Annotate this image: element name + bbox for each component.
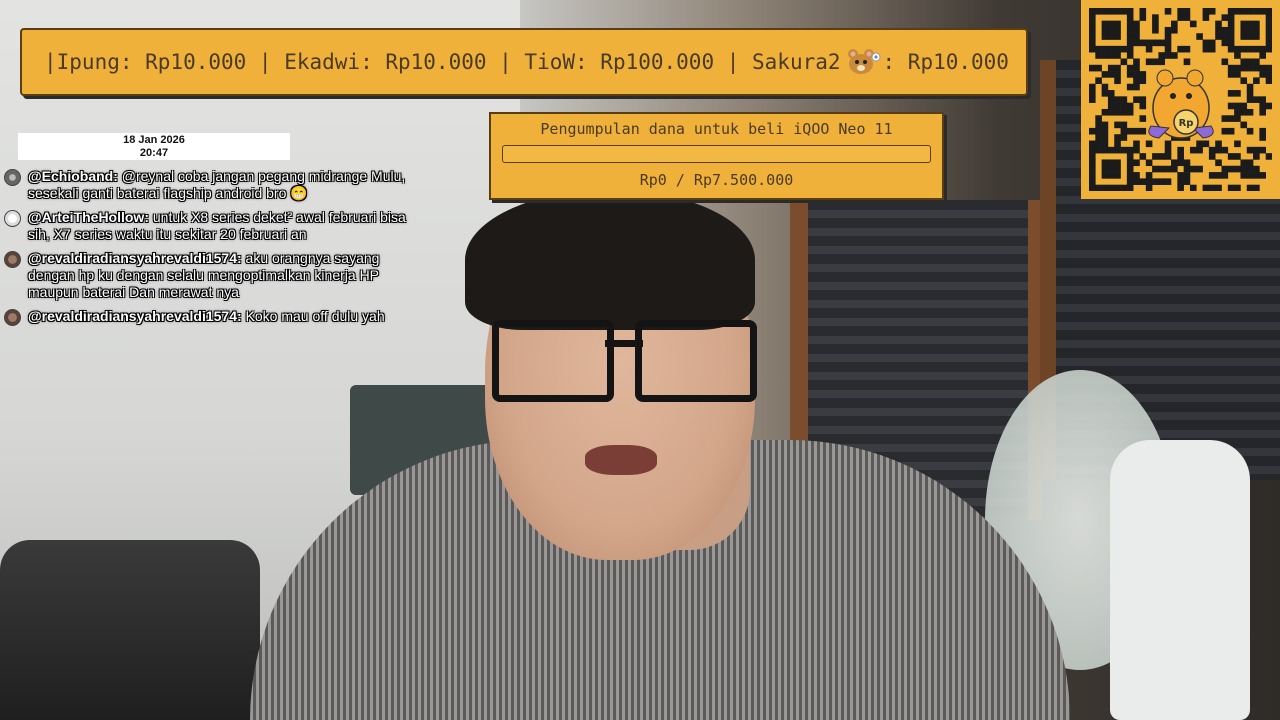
chat-username: @ArteiTheHollow:	[28, 209, 149, 225]
chat-username: @revaldiradiansyahrevaldi1574:	[28, 250, 242, 266]
goal-amount: Rp0 / Rp7.500.000	[639, 171, 794, 189]
chat-message: @revaldiradiansyahrevaldi1574: Koko mau …	[4, 308, 424, 326]
ticker-text: |Ipung: Rp10.000 | Ekadwi: Rp10.000 | Ti…	[22, 47, 1009, 77]
background-fan-stand	[1110, 440, 1250, 720]
goal-progress-bar	[502, 145, 931, 163]
chat-message: @Echioband: @reynal coba jangan pegang m…	[4, 168, 424, 202]
chat-username: @Echioband:	[28, 168, 118, 184]
chat-text: Koko mau off dulu yah	[241, 308, 385, 324]
date-label: 18 Jan 2026	[123, 134, 185, 146]
glasses-right-lens	[635, 320, 757, 402]
chat-username: @revaldiradiansyahrevaldi1574:	[28, 308, 242, 324]
donation-goal: Pengumpulan dana untuk beli iQOO Neo 11 …	[489, 112, 944, 200]
glasses-left-lens	[492, 320, 614, 402]
qr-code-icon: Rp	[1089, 8, 1272, 191]
date-time-box: 18 Jan 2026 20:47	[18, 133, 290, 160]
glasses-bridge	[605, 340, 643, 347]
donation-ticker: |Ipung: Rp10.000 | Ekadwi: Rp10.000 | Ti…	[20, 28, 1028, 96]
avatar	[4, 251, 21, 268]
avatar	[4, 309, 21, 326]
ticker-text-after: : Rp10.000	[882, 50, 1009, 74]
streamer-mouth	[585, 445, 657, 475]
live-chat: @Echioband: @reynal coba jangan pegang m…	[4, 168, 424, 332]
ticker-text-before: |Ipung: Rp10.000 | Ekadwi: Rp10.000 | Ti…	[44, 50, 841, 74]
avatar	[4, 210, 21, 227]
donation-qr-code[interactable]: Rp	[1081, 0, 1280, 199]
chat-message: @revaldiradiansyahrevaldi1574: aku orang…	[4, 250, 424, 301]
qr-center-label: Rp	[1179, 118, 1194, 129]
background-sofa	[0, 540, 260, 720]
goal-title: Pengumpulan dana untuk beli iQOO Neo 11	[540, 120, 893, 138]
hamster-emoji-icon	[847, 47, 881, 77]
avatar	[4, 169, 21, 186]
time-label: 20:47	[139, 147, 169, 159]
chat-message: @ArteiTheHollow: untuk X8 series deket² …	[4, 209, 424, 243]
streamer-hair	[465, 190, 755, 330]
